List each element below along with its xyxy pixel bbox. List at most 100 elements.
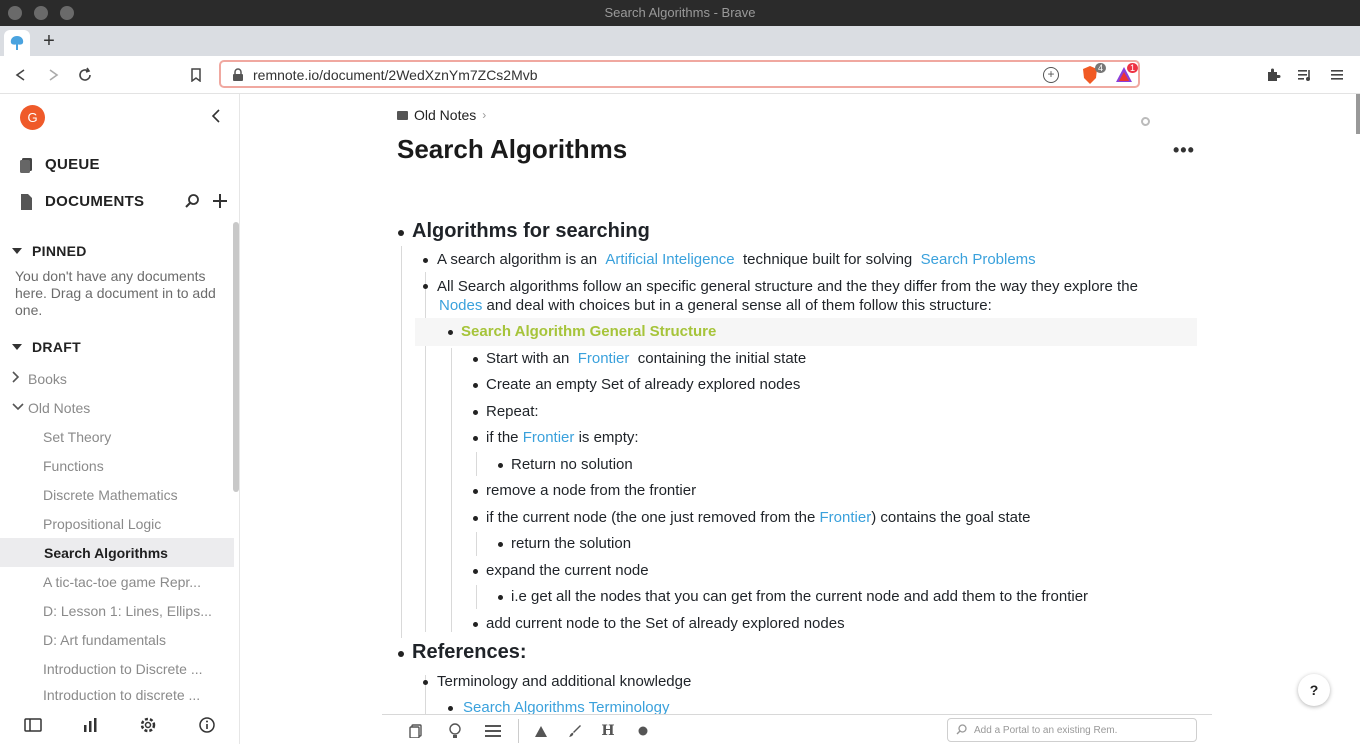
bullet[interactable] (423, 284, 428, 289)
bullet[interactable] (473, 436, 478, 441)
page-scrollbar[interactable] (1356, 94, 1360, 134)
info-icon[interactable] (198, 716, 216, 734)
avatar[interactable]: G (20, 105, 45, 130)
tree-item-lesson-1[interactable]: D: Lesson 1: Lines, Ellips... (0, 596, 234, 625)
link-artificial-inteligence[interactable]: Artificial Inteligence (605, 251, 734, 268)
tree-item-intro-discrete-1[interactable]: Introduction to Discrete ... (0, 654, 234, 683)
bullet[interactable] (448, 706, 453, 711)
sidebar: G QUEUE DOCUMENTS PINNED You don't have … (0, 94, 240, 744)
bullet[interactable] (473, 357, 478, 362)
bullet[interactable] (423, 258, 428, 263)
tree-item-art-fundamentals[interactable]: D: Art fundamentals (0, 625, 234, 654)
rem-step-return-no-solution[interactable]: Return no solution (511, 456, 633, 473)
rem-terminology[interactable]: Terminology and additional knowledge (437, 673, 691, 690)
rem-step-start[interactable]: Start with an Frontier containing the in… (486, 350, 806, 367)
tree-item-books[interactable]: Books (0, 364, 234, 393)
tree-item-label: D: Lesson 1: Lines, Ellips... (43, 602, 212, 619)
tree-item-set-theory[interactable]: Set Theory (0, 422, 234, 451)
bullet[interactable] (473, 622, 478, 627)
warning-icon[interactable] (533, 723, 549, 739)
back-icon[interactable] (10, 64, 32, 86)
brush-icon[interactable] (567, 723, 583, 739)
bullet[interactable] (473, 489, 478, 494)
breadcrumb-old-notes[interactable]: Old Notes (414, 107, 476, 123)
page-title[interactable]: Search Algorithms (397, 134, 627, 165)
collapse-sidebar-icon[interactable] (211, 107, 221, 128)
reload-icon[interactable] (74, 64, 96, 86)
pinned-section-header[interactable]: PINNED (12, 243, 87, 259)
layout-panel-icon[interactable] (24, 716, 42, 734)
bullet[interactable] (473, 383, 478, 388)
queue-nav[interactable]: QUEUE (20, 156, 100, 173)
help-button[interactable]: ? (1298, 674, 1330, 706)
rem-step-goal-check[interactable]: if the current node (the one just remove… (486, 509, 1030, 526)
chevron-down-icon[interactable] (12, 403, 24, 411)
stats-icon[interactable] (81, 716, 99, 734)
bullet[interactable] (473, 516, 478, 521)
rem-step-repeat[interactable]: Repeat: (486, 403, 539, 420)
tree-item-intro-discrete-2[interactable]: Introduction to discrete ... (0, 683, 234, 701)
rem-heading-references[interactable]: References: (412, 641, 527, 664)
heading-icon[interactable]: H (600, 723, 616, 739)
forward-icon[interactable] (42, 64, 64, 86)
extensions-icon[interactable] (1262, 64, 1284, 86)
flashcard-icon[interactable] (408, 723, 424, 739)
rem-step-create-set[interactable]: Create an empty Set of already explored … (486, 376, 800, 393)
rem-step-if-empty[interactable]: if the Frontier is empty: (486, 429, 639, 446)
rem-general-structure-intro-cont[interactable]: Nodes and deal with choices but in a gen… (439, 297, 992, 314)
draft-section-header[interactable]: DRAFT (12, 339, 81, 355)
tree-item-old-notes[interactable]: Old Notes (0, 393, 234, 422)
breadcrumb[interactable]: Old Notes › (397, 107, 486, 123)
circle-icon[interactable] (635, 723, 651, 739)
rem-general-structure-intro[interactable]: All Search algorithms follow an specific… (437, 278, 1138, 295)
more-options-icon[interactable]: ••• (1173, 140, 1195, 161)
new-tab-button[interactable]: + (38, 30, 60, 52)
bullet[interactable] (473, 410, 478, 415)
window-titlebar: Search Algorithms - Brave (0, 0, 1360, 26)
rem-step-add-to-set[interactable]: add current node to the Set of already e… (486, 615, 845, 632)
bullet[interactable] (398, 651, 404, 657)
tree-item-tic-tac-toe[interactable]: A tic-tac-toe game Repr... (0, 567, 234, 596)
list-icon[interactable] (485, 723, 501, 739)
add-to-page-icon[interactable]: + (1043, 67, 1059, 83)
rem-heading-algorithms[interactable]: Algorithms for searching (412, 220, 650, 243)
link-frontier[interactable]: Frontier (820, 509, 872, 526)
rem-text: Return no solution (511, 456, 633, 473)
pinned-label: PINNED (32, 243, 87, 259)
lightbulb-icon[interactable] (447, 723, 463, 739)
chevron-right-icon[interactable] (12, 371, 20, 383)
bullet[interactable] (448, 330, 453, 335)
bullet[interactable] (398, 230, 404, 236)
rem-step-expand[interactable]: expand the current node (486, 562, 649, 579)
portal-search-input[interactable]: Add a Portal to an existing Rem. (947, 718, 1197, 742)
tree-item-functions[interactable]: Functions (0, 451, 234, 480)
bookmark-icon[interactable] (185, 64, 207, 86)
bullet[interactable] (498, 463, 503, 468)
link-search-problems[interactable]: Search Problems (921, 251, 1036, 268)
tree-item-discrete-mathematics[interactable]: Discrete Mathematics (0, 480, 234, 509)
link-nodes[interactable]: Nodes (439, 297, 482, 314)
menu-icon[interactable] (1326, 64, 1348, 86)
gear-icon[interactable] (139, 716, 157, 734)
tree-item-propositional-logic[interactable]: Propositional Logic (0, 509, 234, 538)
rem-text: Create an empty Set of already explored … (486, 376, 801, 393)
link-frontier[interactable]: Frontier (523, 429, 575, 446)
media-playlist-icon[interactable] (1294, 64, 1316, 86)
bullet[interactable] (423, 680, 428, 685)
bullet[interactable] (498, 542, 503, 547)
documents-nav[interactable]: DOCUMENTS (20, 193, 144, 210)
tree-item-search-algorithms[interactable]: Search Algorithms (0, 538, 234, 567)
rem-structure-title[interactable]: Search Algorithm General Structure (461, 323, 716, 340)
search-icon[interactable] (184, 193, 200, 209)
tab-remnote[interactable] (4, 30, 30, 56)
rem-step-remove-node[interactable]: remove a node from the frontier (486, 482, 696, 499)
bullet[interactable] (498, 595, 503, 600)
sidebar-scrollbar[interactable] (233, 222, 239, 492)
add-document-icon[interactable] (212, 193, 228, 209)
rem-step-return-solution[interactable]: return the solution (511, 535, 631, 552)
rem-search-algorithm-definition[interactable]: A search algorithm is an Artificial Inte… (437, 251, 1036, 268)
link-frontier[interactable]: Frontier (578, 350, 630, 367)
address-bar[interactable]: remnote.io/document/2WedXznYm7ZCs2Mvb + … (219, 60, 1140, 88)
bullet[interactable] (473, 569, 478, 574)
rem-step-expand-detail[interactable]: i.e get all the nodes that you can get f… (511, 588, 1088, 605)
